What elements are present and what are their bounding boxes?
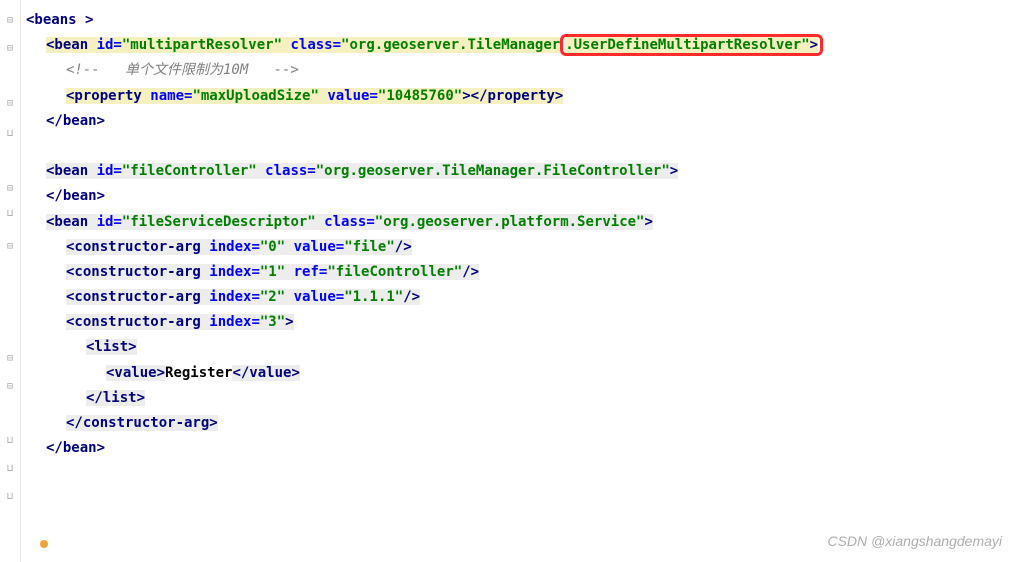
bean2-open: <bean id="fileController" class="org.geo…: [26, 159, 1014, 184]
blank-line: [26, 134, 1014, 159]
fold-close-icon: ⊔: [4, 125, 16, 137]
bean2-close: </bean>: [26, 184, 1014, 209]
fold-icon[interactable]: ⊟: [4, 238, 16, 250]
fold-close-icon: ⊔: [4, 205, 16, 217]
fold-icon[interactable]: ⊟: [4, 350, 16, 362]
bean1-open: <bean id="multipartResolver" class="org.…: [26, 33, 1014, 58]
ctor-arg-2: <constructor-arg index="2" value="1.1.1"…: [26, 285, 1014, 310]
fold-close-icon: ⊔: [4, 460, 16, 472]
status-dot-icon: [40, 540, 48, 548]
property-line: <property name="maxUploadSize" value="10…: [26, 84, 1014, 109]
ctor-arg-3-open: <constructor-arg index="3">: [26, 310, 1014, 335]
fold-close-icon: ⊔: [4, 488, 16, 500]
bean3-close: </bean>: [26, 436, 1014, 461]
code-view: <beans > <bean id="multipartResolver" cl…: [0, 0, 1014, 469]
bean3-open: <bean id="fileServiceDescriptor" class="…: [26, 210, 1014, 235]
fold-icon[interactable]: ⊟: [4, 378, 16, 390]
ctor-arg-0: <constructor-arg index="0" value="file"/…: [26, 235, 1014, 260]
watermark: CSDN @xiangshangdemayi: [827, 529, 1002, 554]
fold-icon[interactable]: ⊟: [4, 95, 16, 107]
bean1-close: </bean>: [26, 109, 1014, 134]
comment-line: <!-- 单个文件限制为10M -->: [26, 58, 1014, 83]
list-open: <list>: [26, 335, 1014, 360]
value-line: <value>Register</value>: [26, 361, 1014, 386]
fold-icon[interactable]: ⊟: [4, 12, 16, 24]
fold-icon[interactable]: ⊟: [4, 40, 16, 52]
beans-open: <beans >: [26, 8, 1014, 33]
highlight-box: .UserDefineMultipartResolver">: [560, 34, 823, 56]
ctor-arg-1: <constructor-arg index="1" ref="fileCont…: [26, 260, 1014, 285]
fold-close-icon: ⊔: [4, 432, 16, 444]
fold-icon[interactable]: ⊟: [4, 180, 16, 192]
gutter: ⊟ ⊟ ⊟ ⊔ ⊟ ⊔ ⊟ ⊟ ⊟ ⊔ ⊔ ⊔: [0, 0, 21, 562]
ctor-arg-3-close: </constructor-arg>: [26, 411, 1014, 436]
list-close: </list>: [26, 386, 1014, 411]
